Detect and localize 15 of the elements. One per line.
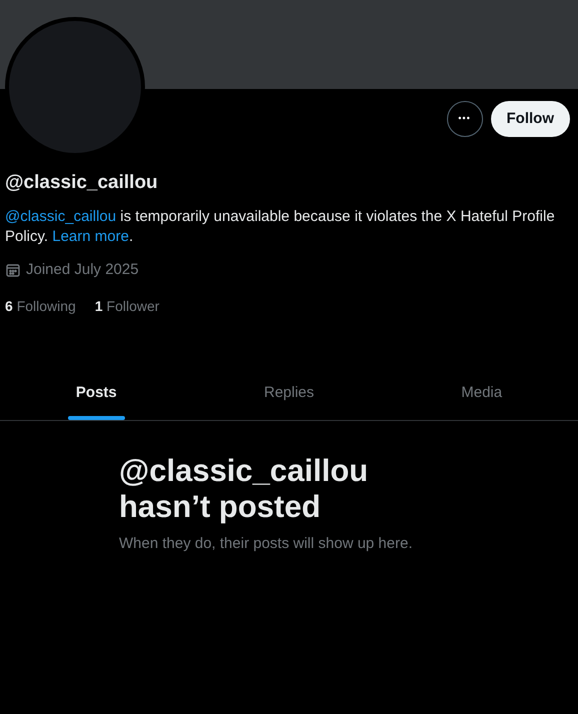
profile-tab[interactable]: Media [453,366,510,420]
empty-state-title: @classic_caillou hasn’t posted [119,452,370,524]
joined-date: Joined July 2025 [26,260,139,280]
profile-handle: @classic_caillou [5,171,159,195]
empty-state-subtitle: When they do, their posts will show up here. [119,534,414,554]
profile-tab[interactable]: Replies [256,366,322,420]
follow-stat-link[interactable]: 6 Following [5,296,76,316]
profile-bio: @classic_caillou is temporarily unavailable because it violates the X Hateful Profile Policy. Learn more. [5,207,556,247]
more-button[interactable]: ••• [446,101,482,137]
bio-link[interactable]: @classic_caillou [5,208,116,225]
follow-stat-link[interactable]: 1 Follower [94,296,160,316]
profile-tab[interactable]: Posts [68,366,125,420]
follow-button[interactable]: Follow [490,101,570,137]
bio-link[interactable]: Learn more [52,228,129,245]
calendar-icon [5,262,21,278]
